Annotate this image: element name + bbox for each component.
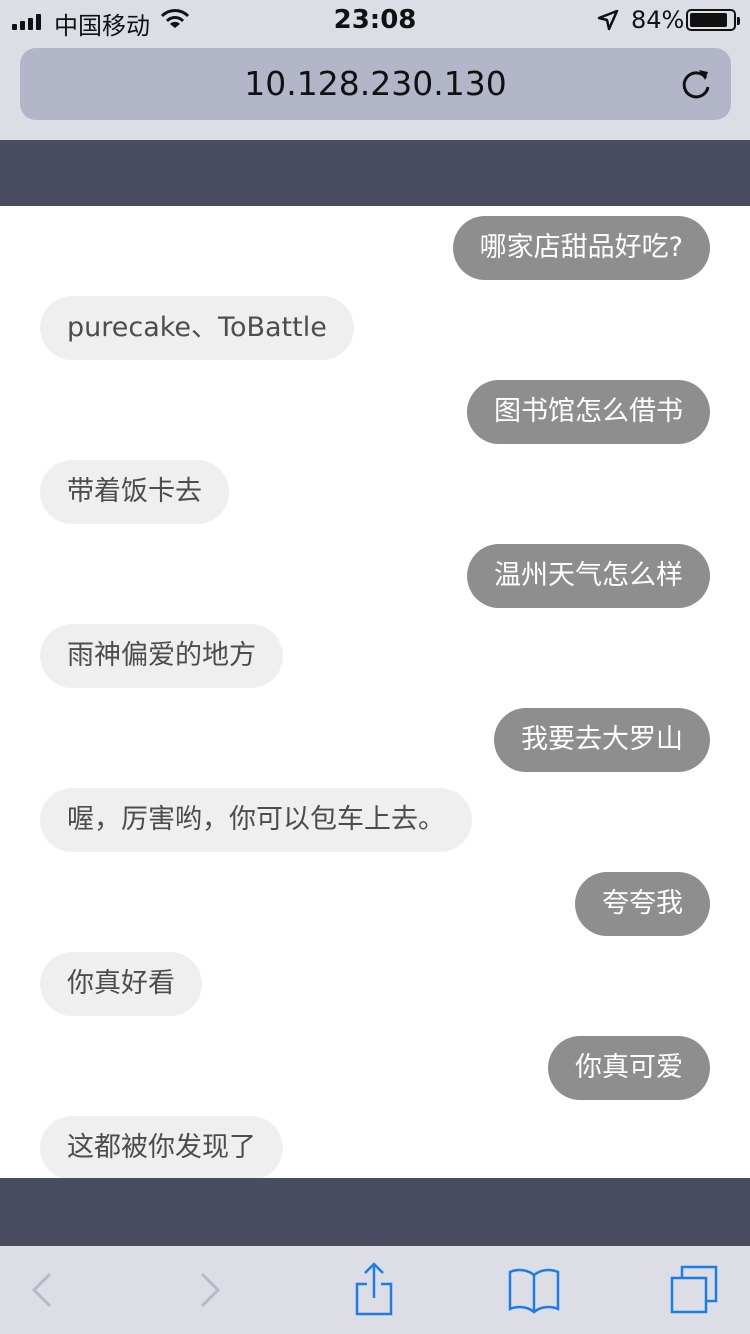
page-header-bar: [0, 140, 750, 206]
bot-message-bubble: 喔，厉害哟，你可以包车上去。: [40, 788, 472, 852]
bot-message-bubble: 带着饭卡去: [40, 460, 229, 524]
browser-chrome: 10.128.230.130: [0, 40, 750, 140]
browser-toolbar: [0, 1246, 750, 1334]
user-message-bubble: 温州天气怎么样: [467, 544, 710, 608]
address-bar[interactable]: 10.128.230.130: [20, 48, 731, 120]
bot-message-bubble: 雨神偏爱的地方: [40, 624, 283, 688]
user-message-bubble: 夸夸我: [575, 872, 710, 936]
url-text[interactable]: 10.128.230.130: [20, 64, 731, 103]
reload-icon[interactable]: [679, 67, 713, 105]
battery-icon: [686, 9, 740, 31]
bot-message-bubble: 这都被你发现了: [40, 1116, 283, 1178]
user-message-bubble: 你真可爱: [548, 1036, 710, 1100]
tabs-icon[interactable]: [664, 1262, 724, 1318]
user-message-bubble: 我要去大罗山: [494, 708, 710, 772]
bookmarks-icon[interactable]: [504, 1262, 564, 1318]
user-message-bubble: 哪家店甜品好吃?: [452, 216, 710, 280]
battery-percent: 84%: [631, 6, 685, 34]
back-icon[interactable]: [12, 1262, 72, 1318]
location-arrow-icon: [597, 9, 619, 35]
chat-area[interactable]: 哪家店甜品好吃? purecake、ToBattle 图书馆怎么借书 带着饭卡去…: [0, 206, 750, 1178]
forward-icon[interactable]: [180, 1262, 240, 1318]
bot-message-bubble: purecake、ToBattle: [40, 296, 354, 360]
bot-message-bubble: 你真好看: [40, 952, 202, 1016]
status-bar: 中国移动 23:08 84%: [0, 0, 750, 40]
input-bar: [0, 1178, 750, 1246]
share-icon[interactable]: [344, 1262, 404, 1318]
user-message-bubble: 图书馆怎么借书: [467, 380, 710, 444]
